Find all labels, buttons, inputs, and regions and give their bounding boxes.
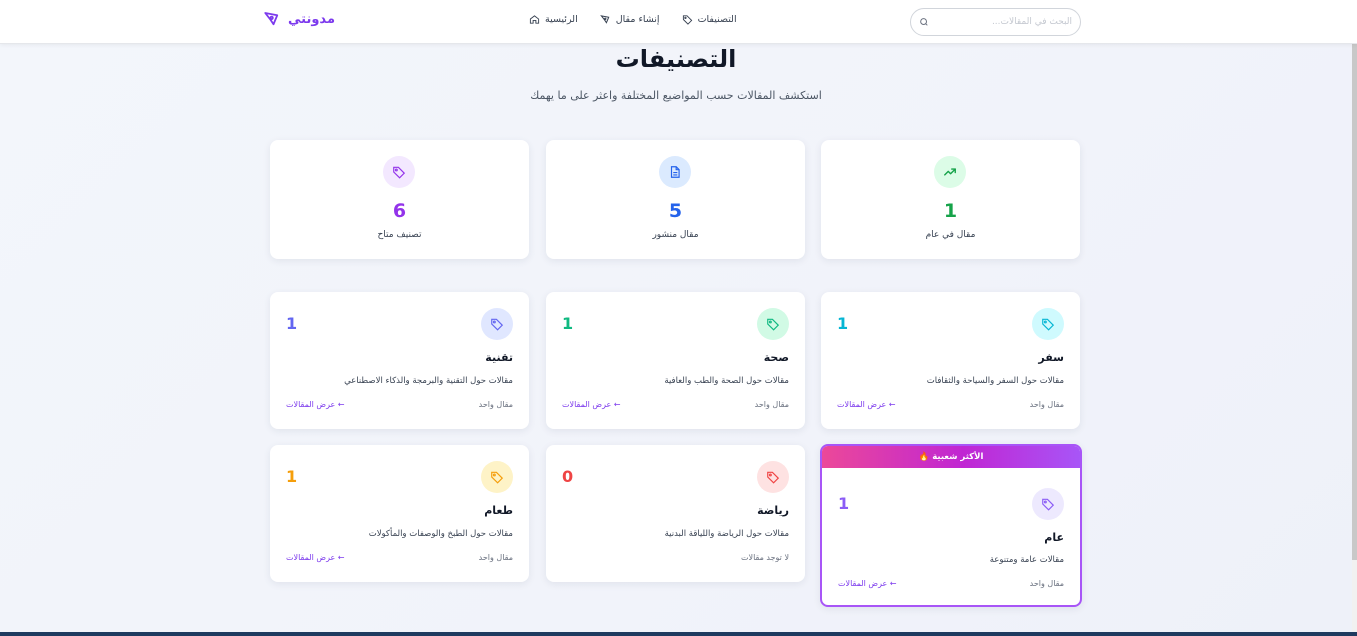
search-box[interactable] bbox=[910, 8, 1081, 36]
tag-icon bbox=[491, 318, 504, 331]
view-posts-link[interactable]: ← عرض المقالات bbox=[838, 579, 897, 588]
category-card-sports[interactable]: 0 رياضة مقالات حول الرياضة واللياقة البد… bbox=[546, 445, 805, 582]
category-card-travel[interactable]: 1 سفر مقالات حول السفر والسياحة والثقافا… bbox=[821, 292, 1080, 429]
category-count: 1 bbox=[837, 314, 849, 333]
category-post-count: مقال واحد bbox=[1029, 579, 1064, 588]
category-name: صحة bbox=[763, 351, 789, 364]
scrollbar-thumb[interactable] bbox=[1352, 0, 1357, 560]
stat-icon-wrap bbox=[383, 156, 415, 188]
category-name: تقنية bbox=[485, 351, 513, 364]
category-icon-wrap bbox=[1032, 308, 1064, 340]
search-input[interactable] bbox=[929, 17, 1072, 27]
brand-logo[interactable]: مدونتي bbox=[262, 10, 335, 28]
category-card-food[interactable]: 1 طعام مقالات حول الطبخ والوصفات والمأكو… bbox=[270, 445, 529, 582]
page-title: التصنيفات bbox=[615, 45, 737, 73]
category-count: 0 bbox=[562, 467, 574, 486]
main-nav: الرئيسية إنشاء مقال التصنيفات bbox=[529, 14, 737, 25]
stat-label: مقال منشور bbox=[652, 230, 699, 240]
category-post-count: مقال واحد bbox=[478, 553, 513, 562]
bottom-edge bbox=[0, 632, 1357, 636]
nav-home-label: الرئيسية bbox=[545, 14, 578, 25]
category-count: 1 bbox=[838, 494, 850, 513]
nav-categories-label: التصنيفات bbox=[697, 14, 737, 25]
stat-label: تصنيف متاح bbox=[377, 230, 422, 240]
category-description: مقالات حول التقنية والبرمجة والذكاء الاص… bbox=[344, 376, 513, 386]
view-posts-link[interactable]: ← عرض المقالات bbox=[562, 400, 621, 409]
category-description: مقالات حول السفر والسياحة والثقافات bbox=[926, 376, 1064, 386]
category-card-tech[interactable]: 1 تقنية مقالات حول التقنية والبرمجة والذ… bbox=[270, 292, 529, 429]
stat-card-categories: 6 تصنيف متاح bbox=[270, 140, 529, 259]
view-posts-link[interactable]: ← عرض المقالات bbox=[837, 400, 896, 409]
stat-value: 6 bbox=[392, 200, 407, 222]
category-description: مقالات حول الطبخ والوصفات والمأكولات bbox=[368, 529, 513, 539]
category-post-count: مقال واحد bbox=[478, 400, 513, 409]
pen-icon bbox=[599, 15, 610, 24]
nav-create-post-label: إنشاء مقال bbox=[615, 14, 660, 25]
most-popular-badge: الأكثر شعبية 🔥 bbox=[822, 446, 1080, 468]
tag-icon bbox=[767, 471, 780, 484]
document-icon bbox=[670, 166, 680, 178]
category-icon-wrap bbox=[481, 461, 513, 493]
category-count: 1 bbox=[286, 467, 298, 486]
stat-value: 5 bbox=[668, 200, 683, 222]
tag-icon bbox=[1042, 498, 1055, 511]
category-icon-wrap bbox=[481, 308, 513, 340]
category-post-count: مقال واحد bbox=[754, 400, 789, 409]
trending-up-icon bbox=[944, 168, 956, 176]
stat-label: مقال في عام bbox=[925, 230, 976, 240]
category-name: عام bbox=[1044, 531, 1064, 544]
stat-icon-wrap bbox=[934, 156, 966, 188]
page-subtitle: استكشف المقالات حسب المواضيع المختلفة وا… bbox=[530, 89, 822, 102]
category-description: مقالات حول الرياضة واللياقة البدنية bbox=[664, 529, 789, 539]
stat-icon-wrap bbox=[659, 156, 691, 188]
view-posts-link[interactable]: ← عرض المقالات bbox=[286, 553, 345, 562]
category-description: مقالات حول الصحة والطب والعافية bbox=[664, 376, 789, 386]
category-count: 1 bbox=[286, 314, 298, 333]
category-name: طعام bbox=[484, 504, 513, 517]
tag-icon bbox=[1042, 318, 1055, 331]
category-card-health[interactable]: 1 صحة مقالات حول الصحة والطب والعافية مق… bbox=[546, 292, 805, 429]
stat-card-general: 1 مقال في عام bbox=[821, 140, 1080, 259]
view-posts-link[interactable]: ← عرض المقالات bbox=[286, 400, 345, 409]
brand-name: مدونتي bbox=[288, 11, 335, 27]
category-name: سفر bbox=[1038, 351, 1064, 364]
category-icon-wrap bbox=[757, 308, 789, 340]
stat-card-published: 5 مقال منشور bbox=[546, 140, 805, 259]
nav-create-post[interactable]: إنشاء مقال bbox=[599, 14, 660, 25]
category-icon-wrap bbox=[1032, 488, 1064, 520]
category-post-count: مقال واحد bbox=[1029, 400, 1064, 409]
category-description: مقالات عامة ومتنوعة bbox=[989, 555, 1064, 565]
search-icon bbox=[920, 18, 928, 26]
nav-categories[interactable]: التصنيفات bbox=[682, 14, 737, 25]
category-icon-wrap bbox=[757, 461, 789, 493]
tag-icon bbox=[491, 471, 504, 484]
pen-logo-icon bbox=[264, 12, 279, 26]
category-name: رياضة bbox=[757, 504, 789, 517]
tag-icon bbox=[393, 166, 406, 179]
tag-icon bbox=[767, 318, 780, 331]
category-card-general[interactable]: الأكثر شعبية 🔥 1 عام مقالات عامة ومتنوعة… bbox=[820, 444, 1082, 607]
home-icon bbox=[529, 15, 540, 24]
category-post-count: لا توجد مقالات bbox=[740, 553, 789, 562]
tag-icon bbox=[682, 15, 692, 25]
top-navbar: مدونتي الرئيسية إنشاء مقال التصنيفات bbox=[0, 0, 1357, 44]
nav-home[interactable]: الرئيسية bbox=[529, 14, 578, 25]
stat-value: 1 bbox=[943, 200, 958, 222]
category-count: 1 bbox=[562, 314, 574, 333]
